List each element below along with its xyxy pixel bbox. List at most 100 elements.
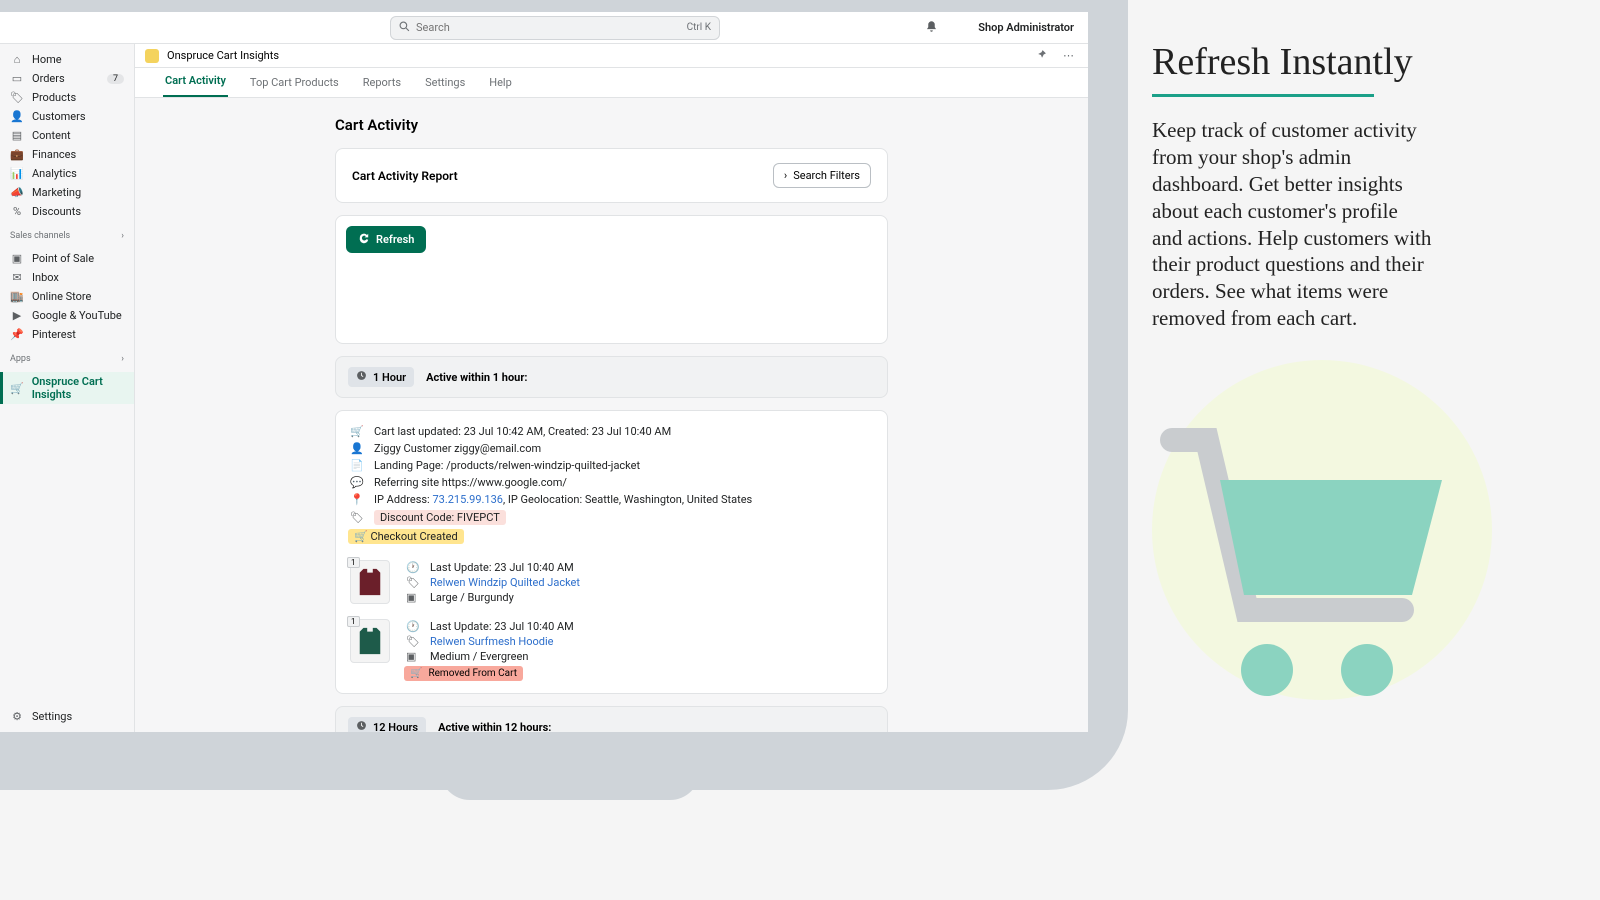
- qty-badge: 1: [347, 557, 360, 568]
- product-link[interactable]: Relwen Surfmesh Hoodie: [430, 635, 553, 648]
- channel-item[interactable]: ▶Google & YouTube: [0, 306, 134, 325]
- sidebar-item-content[interactable]: ▤Content: [0, 126, 134, 145]
- nav-icon: 💼: [10, 148, 24, 161]
- sidebar-item-finances[interactable]: 💼Finances: [0, 145, 134, 164]
- sidebar-item-discounts[interactable]: %Discounts: [0, 202, 134, 221]
- report-title: Cart Activity Report: [352, 169, 458, 183]
- nav-icon: ▭: [10, 72, 24, 85]
- global-search[interactable]: Ctrl K: [390, 16, 720, 40]
- topbar: Ctrl K Shop Administrator: [0, 12, 1088, 44]
- sidebar-settings[interactable]: ⚙Settings: [0, 707, 134, 726]
- report-header-card: Cart Activity Report › Search Filters: [335, 148, 888, 203]
- main-content: Cart Activity Cart Activity Report › Sea…: [135, 98, 1088, 732]
- bucket-pill: 1 Hour: [348, 367, 414, 387]
- bucket-1hour-header: 1 Hour Active within 1 hour:: [335, 356, 888, 398]
- nav-icon: 👤: [10, 110, 24, 123]
- page-icon: 📄: [350, 459, 364, 472]
- tag-icon: 🏷: [406, 635, 420, 648]
- clock-icon: 🕐: [406, 561, 420, 574]
- app-name: Onspruce Cart Insights: [167, 49, 279, 62]
- cart-updated: Cart last updated: 23 Jul 10:42 AM, Crea…: [374, 425, 671, 438]
- refresh-button[interactable]: Refresh: [346, 226, 426, 253]
- channel-item[interactable]: ✉Inbox: [0, 268, 134, 287]
- tab-settings[interactable]: Settings: [423, 76, 467, 97]
- pin-icon[interactable]: [1032, 47, 1051, 65]
- user-icon: 👤: [350, 442, 364, 455]
- product-link[interactable]: Relwen Windzip Quilted Jacket: [430, 576, 580, 589]
- sidebar-item-marketing[interactable]: 📣Marketing: [0, 183, 134, 202]
- nav-icon: 📊: [10, 167, 24, 180]
- sidebar-item-orders[interactable]: ▭Orders7: [0, 69, 134, 88]
- channel-item[interactable]: 🏬Online Store: [0, 287, 134, 306]
- search-shortcut: Ctrl K: [687, 22, 711, 33]
- checkout-badge: 🛒 Checkout Created: [348, 529, 464, 544]
- promo-body: Keep track of customer activity from you…: [1152, 117, 1432, 332]
- clock-icon: [356, 720, 367, 732]
- refresh-icon: [358, 232, 370, 247]
- nav-icon: 🏷: [10, 91, 24, 104]
- app-logo: [145, 49, 159, 63]
- removed-badge: 🛒Removed From Cart: [404, 666, 523, 681]
- tab-cart-activity[interactable]: Cart Activity: [163, 74, 228, 97]
- nav-icon: 📣: [10, 186, 24, 199]
- chevron-right-icon[interactable]: ›: [121, 354, 124, 364]
- product-thumb[interactable]: 1: [350, 619, 390, 663]
- checkout-icon: 🛒: [354, 530, 368, 543]
- channel-icon: ▣: [10, 252, 24, 265]
- refresh-card: Refresh: [335, 215, 888, 344]
- chevron-right-icon[interactable]: ›: [121, 231, 124, 241]
- bucket-12hours-header: 12 Hours Active within 12 hours:: [335, 706, 888, 732]
- channel-icon: ✉: [10, 271, 24, 284]
- variant-icon: ▣: [406, 650, 420, 663]
- variant-icon: ▣: [406, 591, 420, 604]
- app-header: Onspruce Cart Insights ⋯: [135, 44, 1088, 68]
- cart-ip-row: IP Address: 73.215.99.136, IP Geolocatio…: [374, 493, 752, 506]
- promo-underline: [1152, 94, 1374, 97]
- chevron-right-icon: ›: [784, 169, 787, 182]
- tab-help[interactable]: Help: [487, 76, 514, 97]
- app-item-active[interactable]: 🛒Onspruce Cart Insights: [0, 372, 134, 404]
- cart-card-1: 🛒 Cart last updated: 23 Jul 10:42 AM, Cre…: [335, 410, 888, 694]
- app-icon: 🛒: [10, 382, 24, 395]
- sidebar-item-customers[interactable]: 👤Customers: [0, 107, 134, 126]
- more-icon[interactable]: ⋯: [1059, 47, 1078, 64]
- cart-icon: 🛒: [350, 425, 364, 438]
- promo-title: Refresh Instantly: [1152, 40, 1432, 84]
- nav-icon: ⌂: [10, 53, 24, 66]
- cart-landing: Landing Page: /products/relwen-windzip-q…: [374, 459, 640, 472]
- remove-icon: 🛒: [410, 668, 422, 679]
- qty-badge: 1: [347, 616, 360, 627]
- tab-top-cart-products[interactable]: Top Cart Products: [248, 76, 341, 97]
- bucket-label: Active within 1 hour:: [426, 371, 527, 384]
- bucket-label: Active within 12 hours:: [438, 721, 551, 733]
- device-frame: Ctrl K Shop Administrator ⌂Home▭Orders7🏷…: [0, 0, 1128, 790]
- search-input[interactable]: [416, 21, 687, 34]
- discount-badge: Discount Code: FIVEPCT: [374, 510, 506, 525]
- badge: 7: [107, 74, 124, 84]
- nav-icon: ▤: [10, 129, 24, 142]
- sidebar-item-products[interactable]: 🏷Products: [0, 88, 134, 107]
- cart-customer: Ziggy Customer ziggy@email.com: [374, 442, 541, 455]
- sidebar-item-home[interactable]: ⌂Home: [0, 50, 134, 69]
- cart-line-item: 1🕐Last Update: 23 Jul 10:40 AM🏷Relwen Wi…: [350, 560, 873, 605]
- product-thumb[interactable]: 1: [350, 560, 390, 604]
- promo-illustration: [1152, 360, 1472, 740]
- channel-icon: 🏬: [10, 290, 24, 303]
- cart-referrer: Referring site https://www.google.com/: [374, 476, 567, 489]
- sidebar: ⌂Home▭Orders7🏷Products👤Customers▤Content…: [0, 44, 135, 732]
- ip-link[interactable]: 73.215.99.136: [432, 493, 503, 506]
- clock-icon: 🕐: [406, 620, 420, 633]
- tab-reports[interactable]: Reports: [361, 76, 403, 97]
- sidebar-item-analytics[interactable]: 📊Analytics: [0, 164, 134, 183]
- channel-item[interactable]: ▣Point of Sale: [0, 249, 134, 268]
- cart-line-item: 1🕐Last Update: 23 Jul 10:40 AM🏷Relwen Su…: [350, 619, 873, 681]
- tag-icon: 🏷: [406, 576, 420, 589]
- apps-heading: Apps›: [0, 350, 134, 366]
- search-icon: [399, 21, 410, 35]
- channel-item[interactable]: 📌Pinterest: [0, 325, 134, 344]
- promo-panel: Refresh Instantly Keep track of customer…: [1152, 40, 1432, 332]
- admin-name[interactable]: Shop Administrator: [978, 21, 1074, 34]
- channel-icon: ▶: [10, 309, 24, 322]
- search-filters-button[interactable]: › Search Filters: [773, 163, 871, 188]
- notifications-icon[interactable]: [925, 18, 938, 37]
